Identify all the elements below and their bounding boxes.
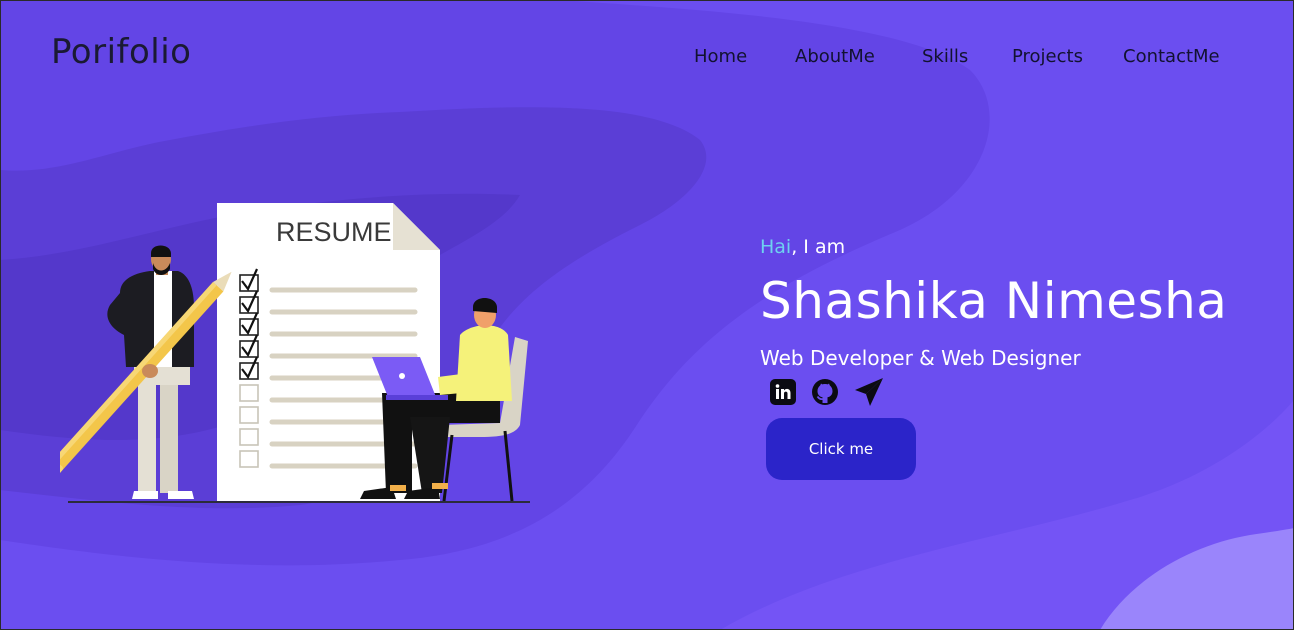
nav-aboutme-link[interactable]: AboutMe [795, 46, 875, 67]
resume-illustration: RESUME [60, 203, 530, 503]
main-nav: Home AboutMe Skills Projects ContactMe [0, 46, 1294, 70]
greeting-rest: , I am [791, 236, 846, 258]
telegram-icon[interactable] [854, 377, 884, 407]
greeting: Hai, I am [760, 236, 845, 258]
nav-projects-link[interactable]: Projects [1012, 46, 1083, 67]
nav-skills-link[interactable]: Skills [922, 46, 968, 67]
hero-name: Shashika Nimesha [760, 272, 1228, 330]
linkedin-icon[interactable] [768, 377, 798, 407]
standing-man-figure [60, 245, 232, 499]
resume-title: RESUME [276, 217, 392, 247]
hero-role: Web Developer & Web Designer [760, 346, 1081, 370]
nav-contactme-link[interactable]: ContactMe [1123, 46, 1220, 67]
greeting-highlight: Hai [760, 236, 792, 258]
nav-home-link[interactable]: Home [694, 46, 747, 67]
github-icon[interactable] [810, 377, 840, 407]
click-me-button[interactable]: Click me [766, 418, 916, 480]
social-links [768, 377, 908, 411]
